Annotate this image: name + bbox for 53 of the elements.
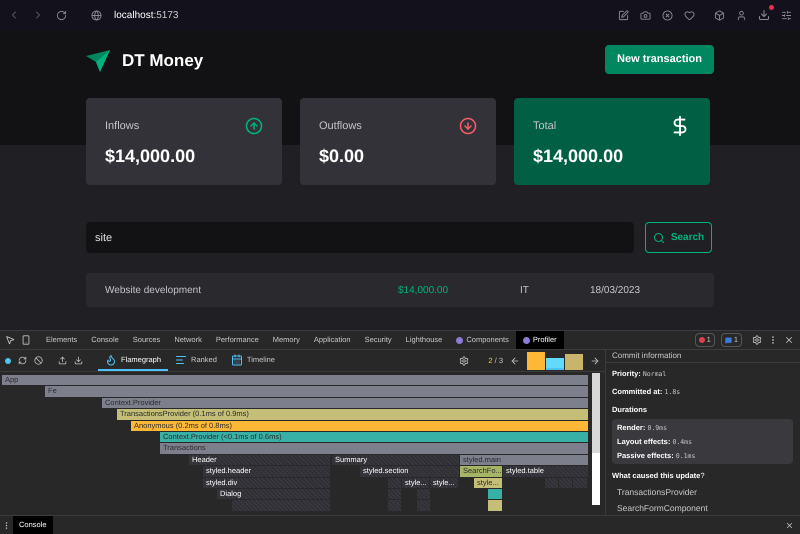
upload-icon[interactable] [58, 356, 67, 365]
block-icon[interactable] [662, 10, 673, 20]
cause-item[interactable]: TransactionsProvider [612, 486, 794, 498]
arrow-down-circle-icon [459, 117, 477, 135]
card-label: Total [533, 118, 556, 134]
new-transaction-button[interactable]: New transaction [605, 45, 714, 74]
globe-icon [91, 10, 102, 20]
inspect-icon[interactable] [5, 335, 15, 345]
user-icon[interactable] [736, 10, 747, 20]
heart-icon[interactable] [684, 10, 695, 20]
cube-icon[interactable] [714, 10, 725, 20]
camera-icon[interactable] [640, 10, 651, 20]
ranked-icon [175, 354, 188, 366]
edit-icon[interactable] [618, 10, 629, 20]
commit-bar[interactable] [527, 352, 545, 370]
logo-icon [86, 50, 110, 72]
transaction-description: Website development [104, 284, 202, 298]
commit-bar[interactable] [565, 354, 583, 370]
close-icon[interactable] [785, 520, 794, 530]
reload-icon[interactable] [56, 10, 67, 20]
arrow-up-circle-icon [245, 117, 263, 135]
menu-icon[interactable] [781, 10, 792, 20]
commit-bar[interactable] [546, 358, 564, 370]
download-icon[interactable] [74, 356, 83, 365]
card-value: $14,000.00 [533, 145, 624, 168]
flame-bar[interactable] [488, 489, 502, 500]
record-button[interactable] [5, 358, 11, 364]
search-field[interactable]: site [86, 222, 634, 253]
card-label: Inflows [105, 118, 140, 134]
react-icon [522, 336, 530, 344]
react-icon [456, 336, 464, 344]
address-bar[interactable]: localhost:5173 [114, 8, 178, 22]
panel-title: Commit information [606, 350, 800, 364]
cause-item[interactable]: SearchFormComponent [612, 502, 794, 515]
flame-icon [105, 354, 117, 366]
card-label: Outflows [319, 118, 362, 134]
transaction-category: IT [520, 284, 530, 298]
close-icon[interactable] [784, 335, 794, 345]
device-icon[interactable] [21, 335, 31, 345]
settings-icon[interactable] [752, 335, 762, 345]
previous-commit-icon[interactable] [510, 356, 520, 366]
card-value: $0.00 [319, 145, 366, 168]
card-value: $14,000.00 [105, 145, 196, 168]
search-button[interactable]: Search [645, 222, 712, 253]
transaction-price: $14,000.00 [398, 284, 450, 298]
clear-icon[interactable] [34, 356, 43, 365]
transaction-date: 18/03/2023 [590, 284, 640, 298]
app-title: DT Money [122, 50, 204, 72]
reload-icon[interactable] [18, 356, 27, 365]
search-icon [652, 232, 665, 244]
next-commit-icon[interactable] [590, 356, 600, 366]
settings-icon[interactable] [459, 356, 470, 366]
calendar-icon [230, 354, 243, 366]
